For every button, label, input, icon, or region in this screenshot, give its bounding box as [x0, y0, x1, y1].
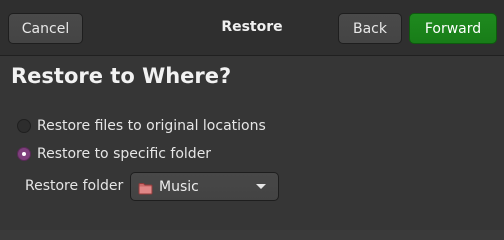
restore-folder-chooser[interactable]: Music	[130, 172, 279, 201]
back-button[interactable]: Back	[338, 13, 402, 44]
page-title: Restore to Where?	[11, 64, 232, 88]
restore-folder-label: Restore folder	[25, 178, 124, 194]
specific-folder-radio[interactable]	[17, 147, 31, 161]
chevron-down-icon	[256, 184, 266, 189]
original-locations-radio[interactable]	[17, 119, 31, 133]
restore-folder-value: Music	[159, 178, 199, 195]
restore-location-page: Restore to Where? Restore files to origi…	[0, 56, 504, 230]
folder-icon	[138, 180, 153, 195]
original-locations-label: Restore files to original locations	[37, 118, 266, 134]
original-locations-option[interactable]: Restore files to original locations	[17, 116, 266, 136]
headerbar: Cancel Restore Back Forward	[0, 0, 504, 56]
specific-folder-option[interactable]: Restore to specific folder	[17, 144, 211, 164]
specific-folder-label: Restore to specific folder	[37, 146, 212, 162]
forward-button[interactable]: Forward	[409, 13, 497, 44]
